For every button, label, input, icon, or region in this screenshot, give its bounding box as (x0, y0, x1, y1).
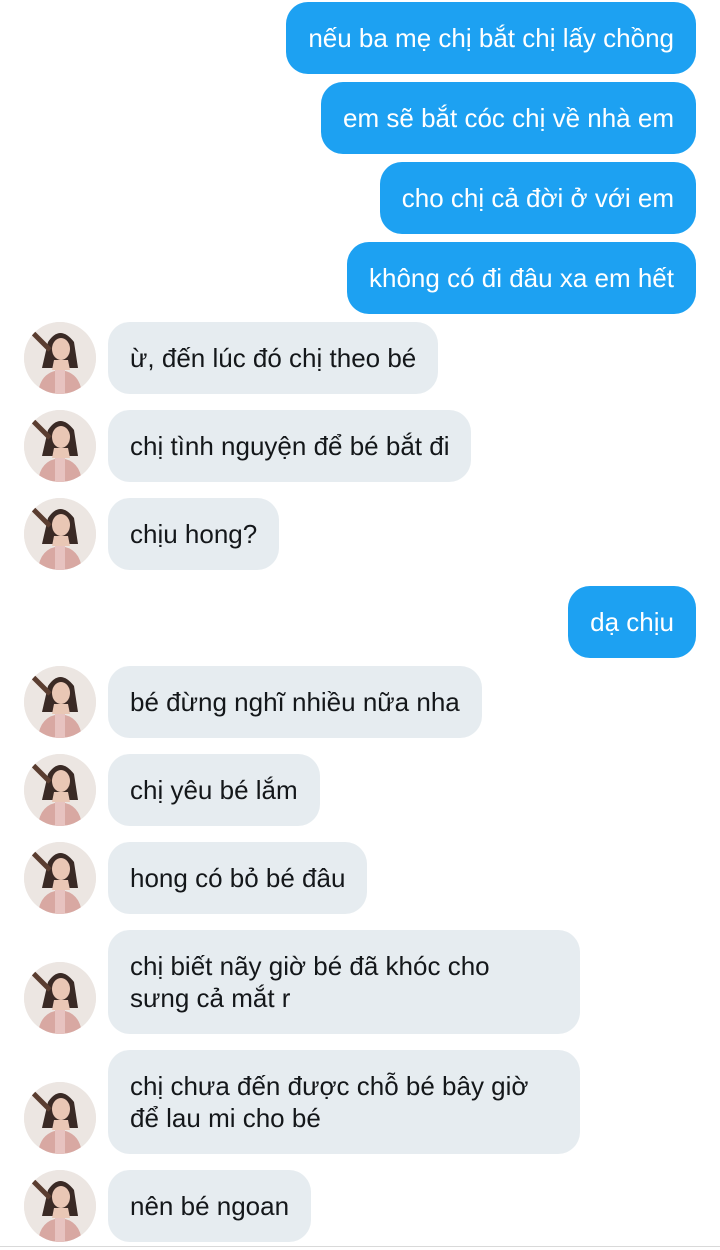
contact-avatar[interactable] (24, 1082, 96, 1154)
message-bubble-outgoing[interactable]: cho chị cả đời ở với em (379, 162, 696, 234)
message-bubble-incoming[interactable]: nên bé ngoan (108, 1170, 312, 1242)
portrait-icon (24, 410, 96, 482)
message-bubble-incoming[interactable]: chị yêu bé lắm (108, 754, 320, 826)
portrait-icon (24, 842, 96, 914)
contact-avatar[interactable] (24, 410, 96, 482)
message-bubble-incoming[interactable]: chị biết nãy giờ bé đã khóc cho sưng cả … (108, 930, 580, 1034)
portrait-icon (24, 666, 96, 738)
portrait-icon (24, 962, 96, 1034)
contact-avatar[interactable] (24, 962, 96, 1034)
contact-avatar[interactable] (24, 1170, 96, 1242)
message-bubble-incoming[interactable]: hong có bỏ bé đâu (108, 842, 368, 914)
portrait-icon (24, 322, 96, 394)
message-bubble-incoming[interactable]: bé đừng nghĩ nhiều nữa nha (108, 666, 482, 738)
message-bubble-outgoing[interactable]: em sẽ bắt cóc chị về nhà em (321, 82, 696, 154)
portrait-icon (24, 1082, 96, 1154)
contact-avatar[interactable] (24, 842, 96, 914)
portrait-icon (24, 754, 96, 826)
message-bubble-incoming[interactable]: chị tình nguyện để bé bắt đi (108, 410, 472, 482)
message-bubble-outgoing[interactable]: dạ chịu (568, 586, 696, 658)
message-bubble-incoming[interactable]: chị chưa đến được chỗ bé bây giờ để lau … (108, 1050, 580, 1154)
message-bubble-incoming[interactable]: chịu hong? (108, 498, 280, 570)
message-bubble-incoming[interactable]: ừ, đến lúc đó chị theo bé (108, 322, 439, 394)
contact-avatar[interactable] (24, 322, 96, 394)
portrait-icon (24, 1170, 96, 1242)
contact-avatar[interactable] (24, 666, 96, 738)
message-bubble-outgoing[interactable]: không có đi đâu xa em hết (347, 242, 696, 314)
divider (0, 1246, 720, 1247)
contact-avatar[interactable] (24, 498, 96, 570)
portrait-icon (24, 498, 96, 570)
contact-avatar[interactable] (24, 754, 96, 826)
message-bubble-outgoing[interactable]: nếu ba mẹ chị bắt chị lấy chồng (286, 2, 696, 74)
